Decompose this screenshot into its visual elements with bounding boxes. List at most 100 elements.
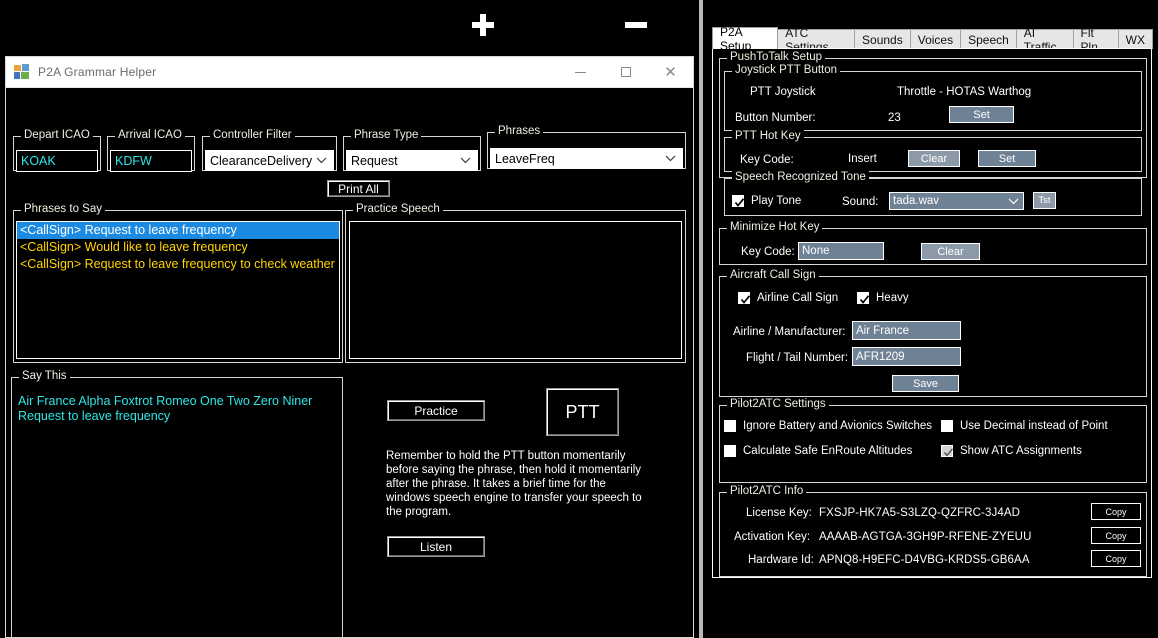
group-pilot2atc-settings: Pilot2ATC Settings: [719, 398, 1147, 483]
phrase-type-value: Request: [351, 153, 398, 168]
hardware-id-label: Hardware Id:: [748, 554, 814, 566]
ptt-button[interactable]: PTT: [546, 388, 619, 436]
group-practice-speech-title: Practice Speech: [353, 203, 443, 215]
practice-speech-output[interactable]: [349, 221, 682, 359]
sound-select[interactable]: tada.wav: [889, 192, 1024, 210]
group-speech-recognized-tone-title: Speech Recognized Tone: [732, 171, 869, 183]
phrases-to-say-list[interactable]: <CallSign> Request to leave frequency <C…: [16, 221, 340, 359]
flight-tail-number-input[interactable]: AFR1209: [852, 347, 961, 366]
copy-activation-key-button[interactable]: Copy: [1091, 527, 1141, 544]
list-item[interactable]: <CallSign> Request to leave frequency: [17, 222, 339, 239]
tab-wx[interactable]: WX: [1117, 29, 1153, 49]
flight-tail-number-label: Flight / Tail Number:: [746, 352, 849, 364]
show-atc-assignments-label: Show ATC Assignments: [960, 445, 1082, 457]
phrases-value: LeaveFreq: [495, 151, 555, 166]
tab-atc-settings[interactable]: ATC Settings: [777, 26, 856, 54]
heavy-label: Heavy: [876, 292, 909, 304]
group-minimize-hot-key-title: Minimize Hot Key: [727, 221, 823, 233]
checkbox-box: [724, 445, 736, 457]
ptt-hint-text: Remember to hold the PTT button momentar…: [386, 450, 642, 518]
group-ptt-hot-key-title: PTT Hot Key: [732, 130, 804, 142]
checkbox-box: [738, 292, 751, 304]
group-push-to-talk-setup-title: PushToTalk Setup: [727, 51, 826, 63]
window-controls: ✕: [558, 57, 693, 88]
tab-flt-pln[interactable]: Flt Pln: [1072, 26, 1119, 54]
controller-filter-select[interactable]: ClearanceDelivery: [205, 150, 334, 171]
ptt-hotkey-label: Key Code:: [740, 154, 794, 166]
group-phrases-to-say-title: Phrases to Say: [21, 203, 105, 215]
checkbox-box: [724, 420, 736, 432]
airline-call-sign-checkbox[interactable]: Airline Call Sign: [738, 292, 838, 304]
close-button[interactable]: ✕: [648, 57, 693, 88]
window-title: P2A Grammar Helper: [38, 65, 157, 79]
depart-icao-input[interactable]: KOAK: [16, 150, 98, 172]
group-aircraft-call-sign-title: Aircraft Call Sign: [727, 269, 819, 281]
list-item[interactable]: <CallSign> Request to leave frequency to…: [17, 256, 339, 273]
ignore-battery-avionics-label: Ignore Battery and Avionics Switches: [743, 420, 933, 432]
group-arrival-icao-title: Arrival ICAO: [115, 129, 185, 141]
screen: P2A Grammar Helper ✕ Depart ICAO KOAK Ar…: [0, 0, 1158, 638]
minimize-hotkey-clear-button[interactable]: Clear: [921, 243, 980, 260]
copy-hardware-id-button[interactable]: Copy: [1091, 550, 1141, 567]
use-decimal-checkbox[interactable]: Use Decimal instead of Point: [941, 420, 1108, 432]
tab-voices[interactable]: Voices: [909, 29, 962, 49]
grammar-helper-window: P2A Grammar Helper ✕ Depart ICAO KOAK Ar…: [5, 56, 694, 638]
play-tone-checkbox[interactable]: Play Tone: [732, 195, 801, 207]
sound-label: Sound:: [842, 196, 879, 208]
arrival-icao-input[interactable]: KDFW: [110, 150, 192, 172]
chevron-down-icon: [665, 155, 676, 162]
app-logo-icon: [14, 64, 30, 80]
group-pilot2atc-settings-title: Pilot2ATC Settings: [727, 398, 829, 410]
button-number-label: Button Number:: [735, 112, 816, 124]
calculate-safe-enroute-altitudes-checkbox[interactable]: Calculate Safe EnRoute Altitudes: [724, 445, 912, 457]
print-all-button[interactable]: Print All: [327, 180, 390, 197]
group-say-this: Say This Air France Alpha Foxtrot Romeo …: [11, 370, 343, 638]
check-icon: [859, 292, 870, 304]
practice-button[interactable]: Practice: [387, 400, 485, 421]
heavy-checkbox[interactable]: Heavy: [857, 292, 909, 304]
list-item[interactable]: <CallSign> Would like to leave frequency: [17, 239, 339, 256]
checkbox-box: [941, 420, 953, 432]
activation-key-value: AAAAB-AGTGA-3GH9P-RFENE-ZYEUU: [819, 531, 1032, 543]
license-key-value: FXSJP-HK7A5-S3LZQ-QZFRC-3J4AD: [819, 507, 1020, 519]
airline-manufacturer-label: Airline / Manufacturer:: [733, 326, 846, 338]
window-divider-shadow: [703, 0, 705, 638]
license-key-label: License Key:: [746, 507, 812, 519]
plus-icon[interactable]: [472, 14, 494, 36]
checkbox-box: [941, 445, 954, 457]
listen-button[interactable]: Listen: [387, 536, 485, 557]
phrases-select[interactable]: LeaveFreq: [490, 148, 683, 169]
sound-test-button[interactable]: Tst: [1033, 192, 1056, 209]
checkbox-box: [857, 292, 870, 304]
tab-ai-traffic[interactable]: AI Traffic: [1015, 26, 1074, 54]
group-phrase-type-title: Phrase Type: [351, 129, 422, 141]
checkbox-box: [732, 195, 745, 207]
check-icon: [734, 195, 745, 207]
copy-license-key-button[interactable]: Copy: [1091, 503, 1141, 520]
chevron-down-icon: [460, 157, 471, 164]
chevron-down-icon: [316, 157, 327, 164]
group-pilot2atc-info-title: Pilot2ATC Info: [727, 485, 807, 497]
ignore-battery-avionics-checkbox[interactable]: Ignore Battery and Avionics Switches: [724, 420, 932, 432]
ptt-hotkey-value: Insert: [848, 153, 877, 165]
airline-manufacturer-input[interactable]: Air France: [852, 321, 961, 340]
call-sign-save-button[interactable]: Save: [892, 375, 959, 392]
calculate-safe-enroute-altitudes-label: Calculate Safe EnRoute Altitudes: [743, 445, 913, 457]
tab-p2a-setup[interactable]: P2A Setup: [712, 25, 779, 53]
minimize-button[interactable]: [558, 57, 603, 88]
minimize-hotkey-input[interactable]: None: [798, 242, 884, 260]
tab-sounds[interactable]: Sounds: [854, 29, 911, 49]
phrase-type-select[interactable]: Request: [346, 150, 478, 171]
joystick-set-button[interactable]: Set: [949, 106, 1014, 123]
maximize-button[interactable]: [603, 57, 648, 88]
button-number-value: 23: [888, 112, 901, 124]
ptt-hotkey-set-button[interactable]: Set: [978, 150, 1036, 167]
minimize-hotkey-label: Key Code:: [741, 246, 795, 258]
check-icon: [943, 445, 954, 457]
check-icon: [740, 292, 751, 304]
ptt-hotkey-clear-button[interactable]: Clear: [908, 150, 960, 167]
ptt-joystick-label: PTT Joystick: [750, 86, 816, 98]
show-atc-assignments-checkbox[interactable]: Show ATC Assignments: [941, 445, 1082, 457]
minus-icon[interactable]: [625, 22, 647, 28]
tab-speech[interactable]: Speech: [960, 29, 1017, 49]
